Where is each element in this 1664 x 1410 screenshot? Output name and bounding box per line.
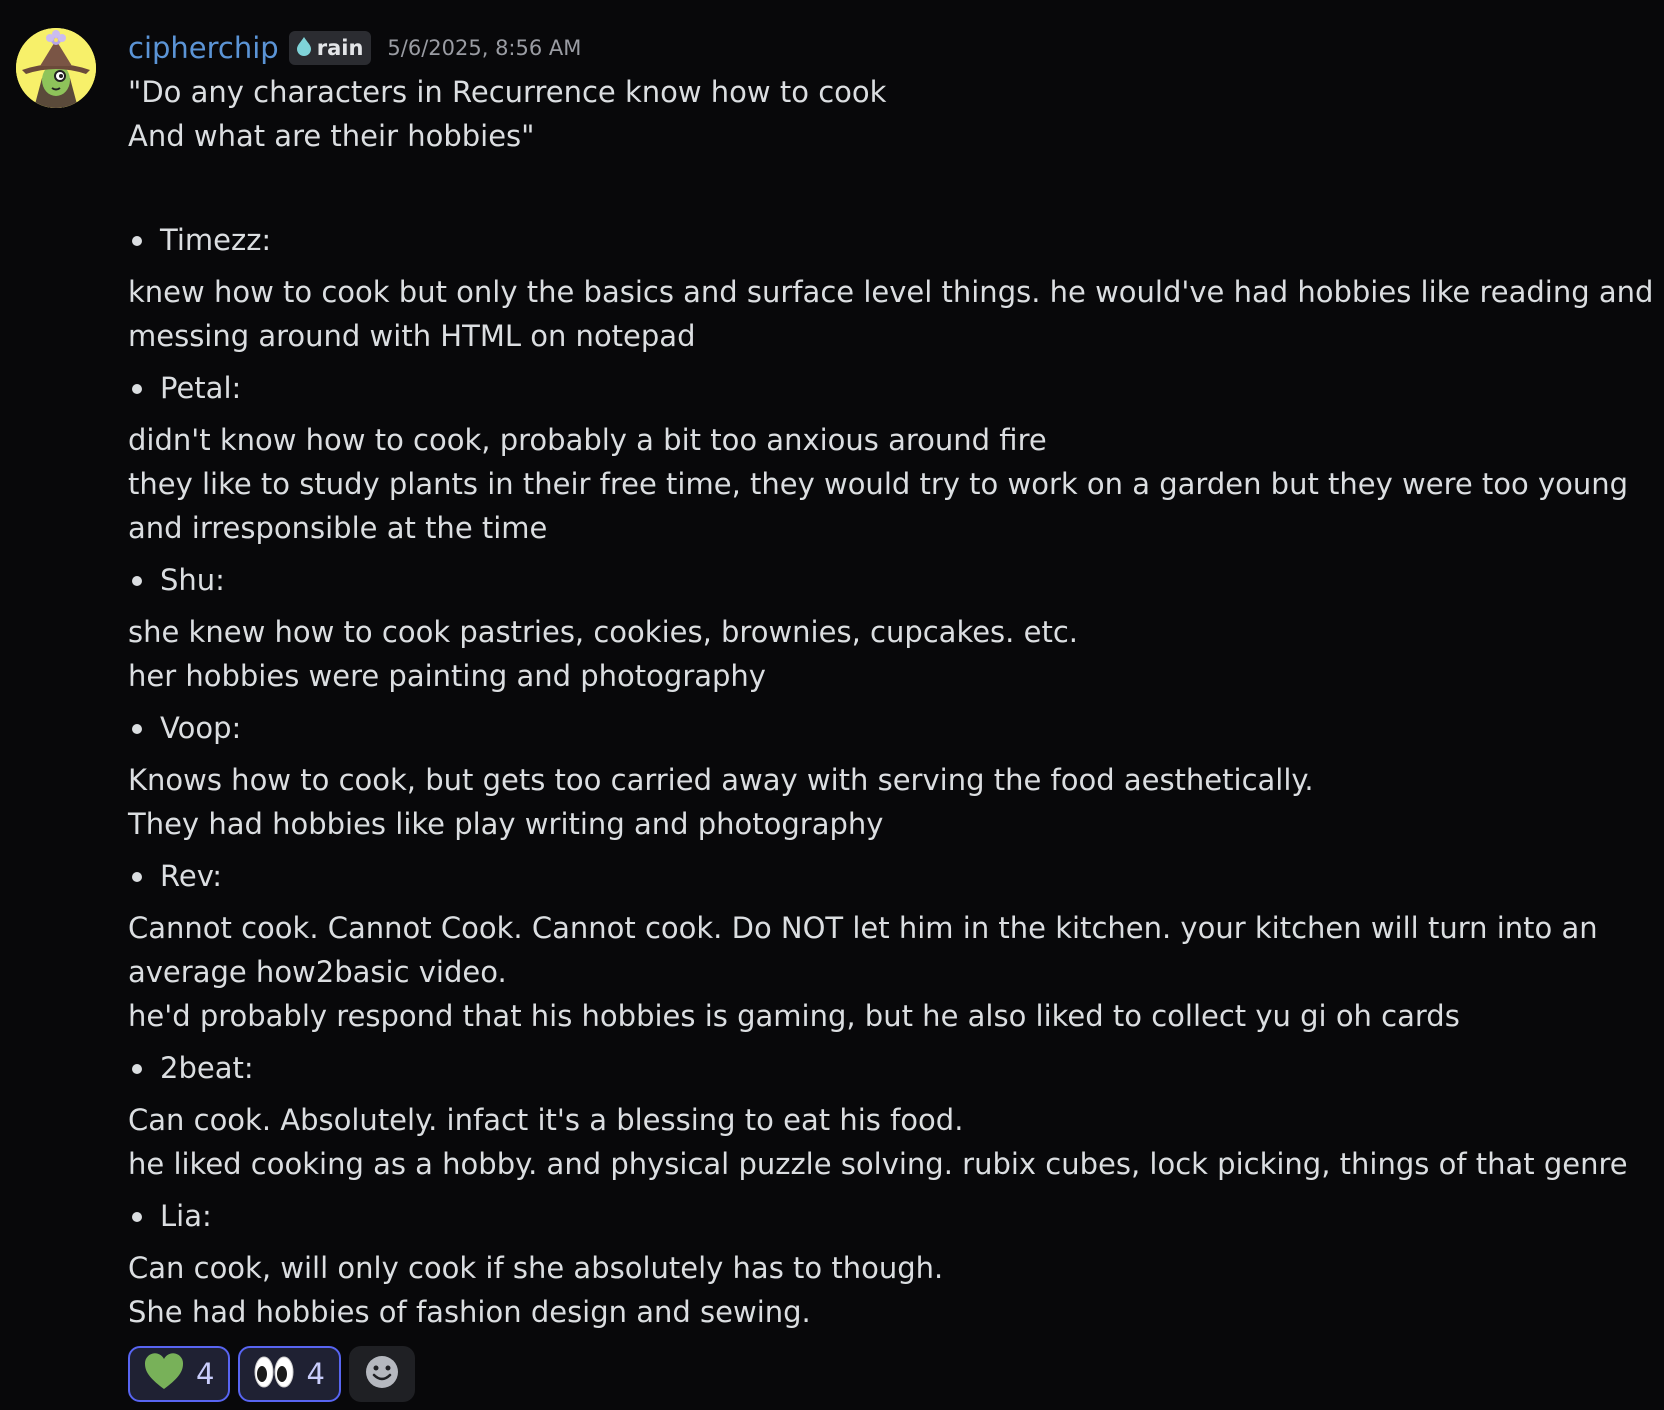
username[interactable]: cipherchip (128, 26, 279, 70)
green-heart-icon (144, 1353, 184, 1395)
reaction-eyes[interactable]: 4 (238, 1346, 341, 1402)
character-description: he'd probably respond that his hobbies i… (128, 999, 1460, 1033)
chat-message: cipherchip rain 5/6/2025, 8:56 AM "Do an… (0, 0, 1664, 1410)
character-description: Knows how to cook, but gets too carried … (128, 763, 1314, 797)
character-description: they like to study plants in their free … (128, 467, 1638, 545)
character-bullet-petal: Petal: (128, 366, 1658, 410)
character-description: she knew how to cook pastries, cookies, … (128, 615, 1078, 649)
reaction-green-heart[interactable]: 4 (128, 1346, 231, 1402)
server-tag[interactable]: rain (288, 31, 372, 65)
eyes-icon (254, 1355, 294, 1393)
message-header: cipherchip rain 5/6/2025, 8:56 AM (128, 26, 1658, 70)
character-bullet-rev: Rev: (128, 854, 1658, 898)
reaction-count: 4 (306, 1357, 325, 1391)
character-description: Can cook. Absolutely. infact it's a bles… (128, 1103, 964, 1137)
user-avatar[interactable] (16, 28, 96, 108)
reactions-bar: 4 4 (128, 1346, 1658, 1402)
timestamp[interactable]: 5/6/2025, 8:56 AM (387, 26, 581, 70)
character-bullet-timezz: Timezz: (128, 218, 1658, 262)
character-description: Can cook, will only cook if she absolute… (128, 1251, 944, 1285)
avatar-image (16, 28, 96, 108)
character-description: didn't know how to cook, probably a bit … (128, 423, 1047, 457)
water-drop-icon (295, 36, 313, 61)
character-bullet-2beat: 2beat: (128, 1046, 1658, 1090)
character-bullet-shu: Shu: (128, 558, 1658, 602)
smiley-add-reaction-icon (364, 1354, 400, 1394)
add-reaction-button[interactable] (348, 1346, 415, 1402)
character-description: he liked cooking as a hobby. and physica… (128, 1147, 1628, 1181)
character-description: Cannot cook. Cannot Cook. Cannot cook. D… (128, 911, 1607, 989)
character-bullet-lia: Lia: (128, 1194, 1658, 1238)
character-description: They had hobbies like play writing and p… (128, 807, 884, 841)
character-description: her hobbies were painting and photograph… (128, 659, 766, 693)
character-description: She had hobbies of fashion design and se… (128, 1295, 811, 1329)
server-tag-label: rain (316, 36, 364, 60)
quote-line: And what are their hobbies" (128, 119, 535, 153)
character-description: knew how to cook but only the basics and… (128, 275, 1663, 353)
character-bullet-voop: Voop: (128, 706, 1658, 750)
quote-line: "Do any characters in Recurrence know ho… (128, 75, 887, 109)
reaction-count: 4 (196, 1357, 215, 1391)
message-content: cipherchip rain 5/6/2025, 8:56 AM "Do an… (128, 26, 1658, 1402)
